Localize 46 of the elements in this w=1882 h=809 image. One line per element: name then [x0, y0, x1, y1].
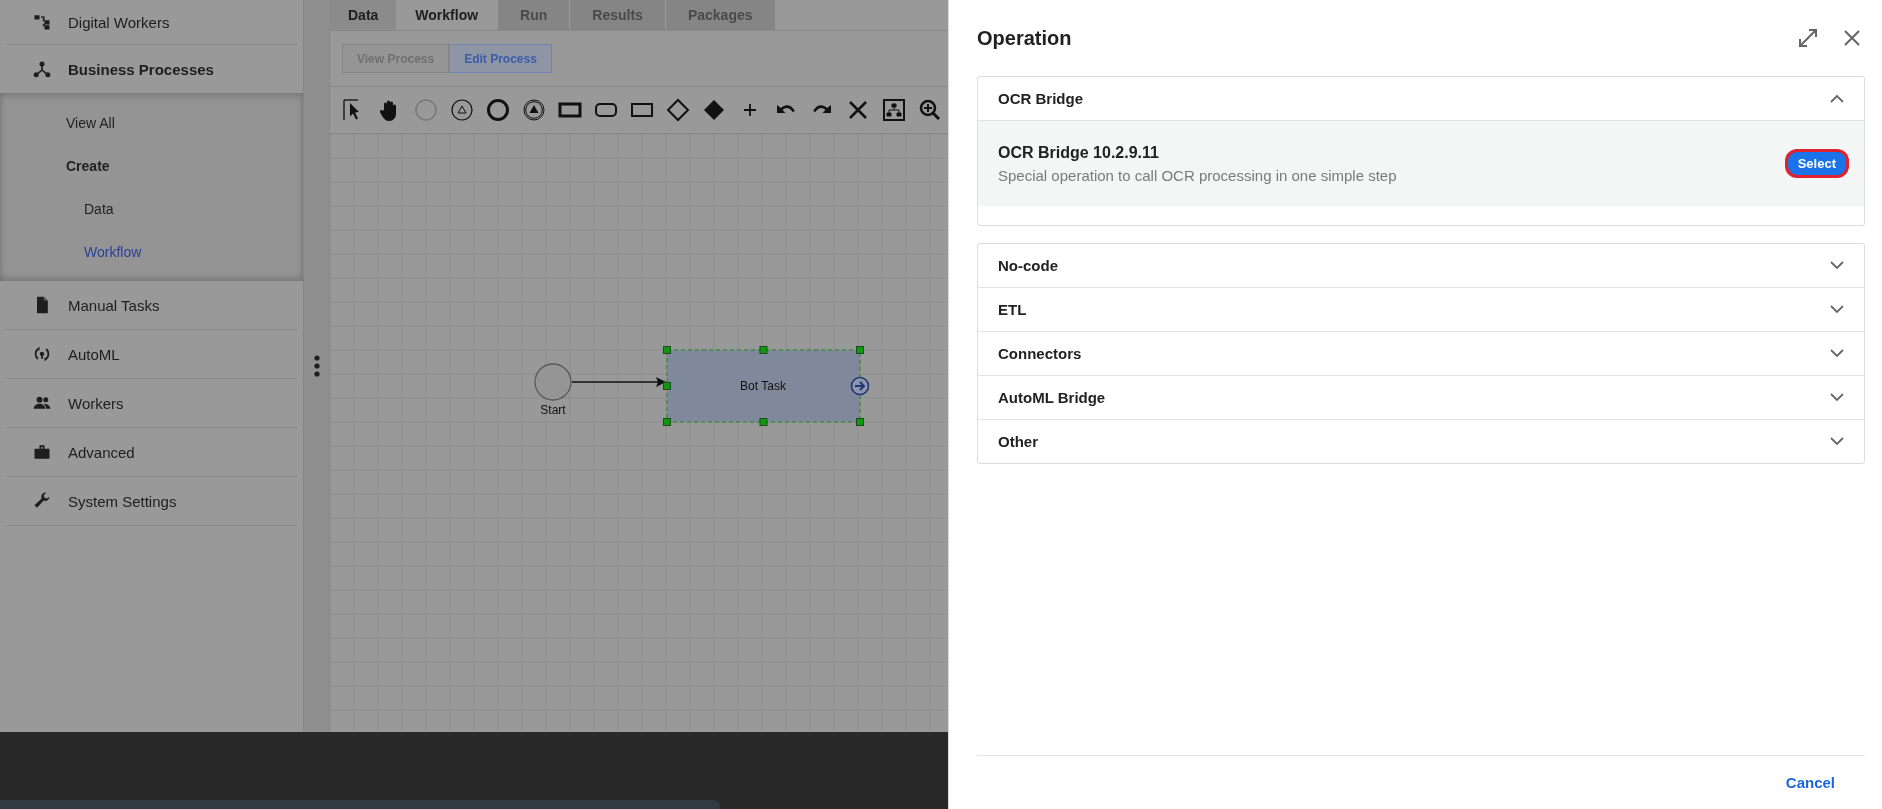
accordion-header[interactable]: Connectors [978, 332, 1864, 376]
select-button[interactable]: Select [1787, 152, 1846, 175]
group-title: No-code [998, 257, 1058, 274]
sidebar-item[interactable]: System Settings [6, 477, 298, 526]
filled-diamond-icon[interactable] [702, 98, 726, 122]
sidebar-item[interactable]: AutoML [6, 330, 298, 379]
drag-handle-icon[interactable] [313, 355, 320, 377]
network-icon [32, 59, 52, 79]
submenu-item[interactable]: Data [0, 187, 304, 230]
group-title: AutoML Bridge [998, 389, 1106, 406]
group-title: OCR Bridge [998, 90, 1083, 107]
briefcase-icon [32, 442, 52, 462]
submenu-item[interactable]: View All [0, 101, 304, 144]
node-label: Bot Task [740, 379, 786, 393]
submenu-item[interactable]: Workflow [0, 230, 304, 273]
accordion-header[interactable]: ETL [978, 288, 1864, 332]
accordion-header[interactable]: No-code [978, 244, 1864, 288]
operation-description: Special operation to call OCR processing in one simple step [998, 166, 1397, 184]
sidebar-item[interactable]: Business Processes [6, 45, 298, 93]
sidebar-item[interactable]: Workers [6, 379, 298, 428]
zoom-icon[interactable] [918, 98, 942, 122]
thick-circle-icon[interactable] [486, 98, 510, 122]
group-title: Connectors [998, 345, 1082, 362]
expand-icon[interactable] [1797, 27, 1819, 49]
submenu-item[interactable]: Create [0, 144, 304, 187]
accordion-header[interactable]: AutoML Bridge [978, 376, 1864, 420]
group-title: Other [998, 433, 1038, 450]
accordion-header[interactable]: Other [978, 420, 1864, 463]
close-icon[interactable] [1843, 29, 1861, 47]
sidebar-item[interactable]: Digital Workers [6, 0, 298, 45]
filled-triangle-circle-icon[interactable] [522, 98, 546, 122]
panel-title: Operation [977, 26, 1072, 50]
operation-name: OCR Bridge 10.2.9.11 [998, 143, 1160, 162]
sidebar-item[interactable]: Advanced [6, 428, 298, 477]
diamond-icon[interactable] [666, 98, 690, 122]
arrow-circle-icon[interactable] [850, 376, 870, 396]
layout-icon[interactable] [882, 98, 906, 122]
sidebar-item[interactable]: Manual Tasks [6, 281, 298, 330]
cancel-button[interactable]: Cancel [1779, 773, 1841, 792]
hierarchy-icon [32, 12, 52, 32]
task-node[interactable] [663, 346, 864, 426]
node-label: Start [540, 403, 566, 417]
tab[interactable]: Data [330, 0, 397, 30]
triangle-circle-icon[interactable] [450, 98, 474, 122]
cycle-icon [32, 344, 52, 364]
group-title: ETL [998, 301, 1027, 318]
